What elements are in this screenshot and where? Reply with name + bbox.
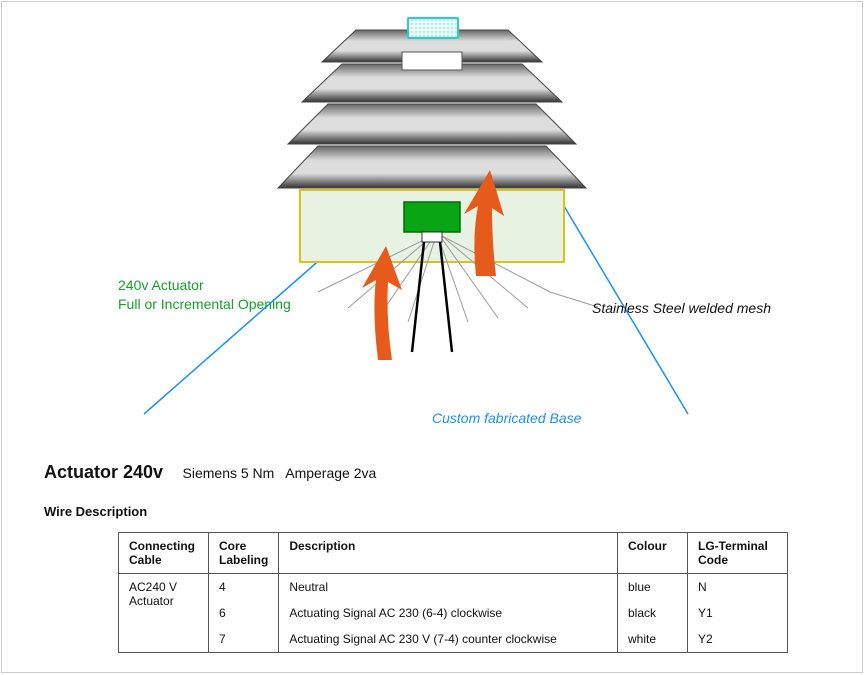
col-code: LG-Terminal Code bbox=[688, 533, 788, 574]
airflow-arrow-icon bbox=[362, 246, 402, 360]
actuator-label-line2: Full or Incremental Opening bbox=[118, 296, 291, 312]
title-sub2: Amperage 2va bbox=[285, 465, 376, 481]
cell-code: Y2 bbox=[688, 626, 788, 653]
col-desc: Description bbox=[279, 533, 618, 574]
cell-core: 6 bbox=[209, 600, 279, 626]
actuator-label-line1: 240v Actuator bbox=[118, 277, 204, 293]
cell-code: N bbox=[688, 574, 788, 601]
title-main: Actuator 240v bbox=[44, 462, 163, 482]
cell-code: Y1 bbox=[688, 600, 788, 626]
col-cable: Connecting Cable bbox=[119, 533, 209, 574]
table-row: 6 Actuating Signal AC 230 (6-4) clockwis… bbox=[119, 600, 788, 626]
cell-colour: white bbox=[618, 626, 688, 653]
actuator-label: 240v Actuator Full or Incremental Openin… bbox=[118, 276, 291, 314]
cell-desc: Actuating Signal AC 230 (6-4) clockwise bbox=[279, 600, 618, 626]
cell-colour: blue bbox=[618, 574, 688, 601]
col-colour: Colour bbox=[618, 533, 688, 574]
table-row: 7 Actuating Signal AC 230 V (7-4) counte… bbox=[119, 626, 788, 653]
cell-core: 4 bbox=[209, 574, 279, 601]
wire-table: Connecting Cable Core Labeling Descripti… bbox=[118, 532, 788, 653]
cell-core: 7 bbox=[209, 626, 279, 653]
assembly-diagram bbox=[2, 2, 864, 442]
title-sub1: Siemens 5 Nm bbox=[183, 465, 275, 481]
cell-cable-group: AC240 V Actuator bbox=[119, 574, 209, 653]
cell-desc: Neutral bbox=[279, 574, 618, 601]
title-block: Actuator 240v Siemens 5 Nm Amperage 2va bbox=[44, 462, 376, 483]
base-label: Custom fabricated Base bbox=[432, 410, 581, 426]
cell-colour: black bbox=[618, 600, 688, 626]
cell-desc: Actuating Signal AC 230 V (7-4) counter … bbox=[279, 626, 618, 653]
wire-description-heading: Wire Description bbox=[44, 504, 147, 519]
col-core: Core Labeling bbox=[209, 533, 279, 574]
mesh-label: Stainless Steel welded mesh bbox=[592, 300, 771, 316]
table-row: AC240 V Actuator 4 Neutral blue N bbox=[119, 574, 788, 601]
document-frame: 240v Actuator Full or Incremental Openin… bbox=[1, 1, 863, 673]
table-header-row: Connecting Cable Core Labeling Descripti… bbox=[119, 533, 788, 574]
